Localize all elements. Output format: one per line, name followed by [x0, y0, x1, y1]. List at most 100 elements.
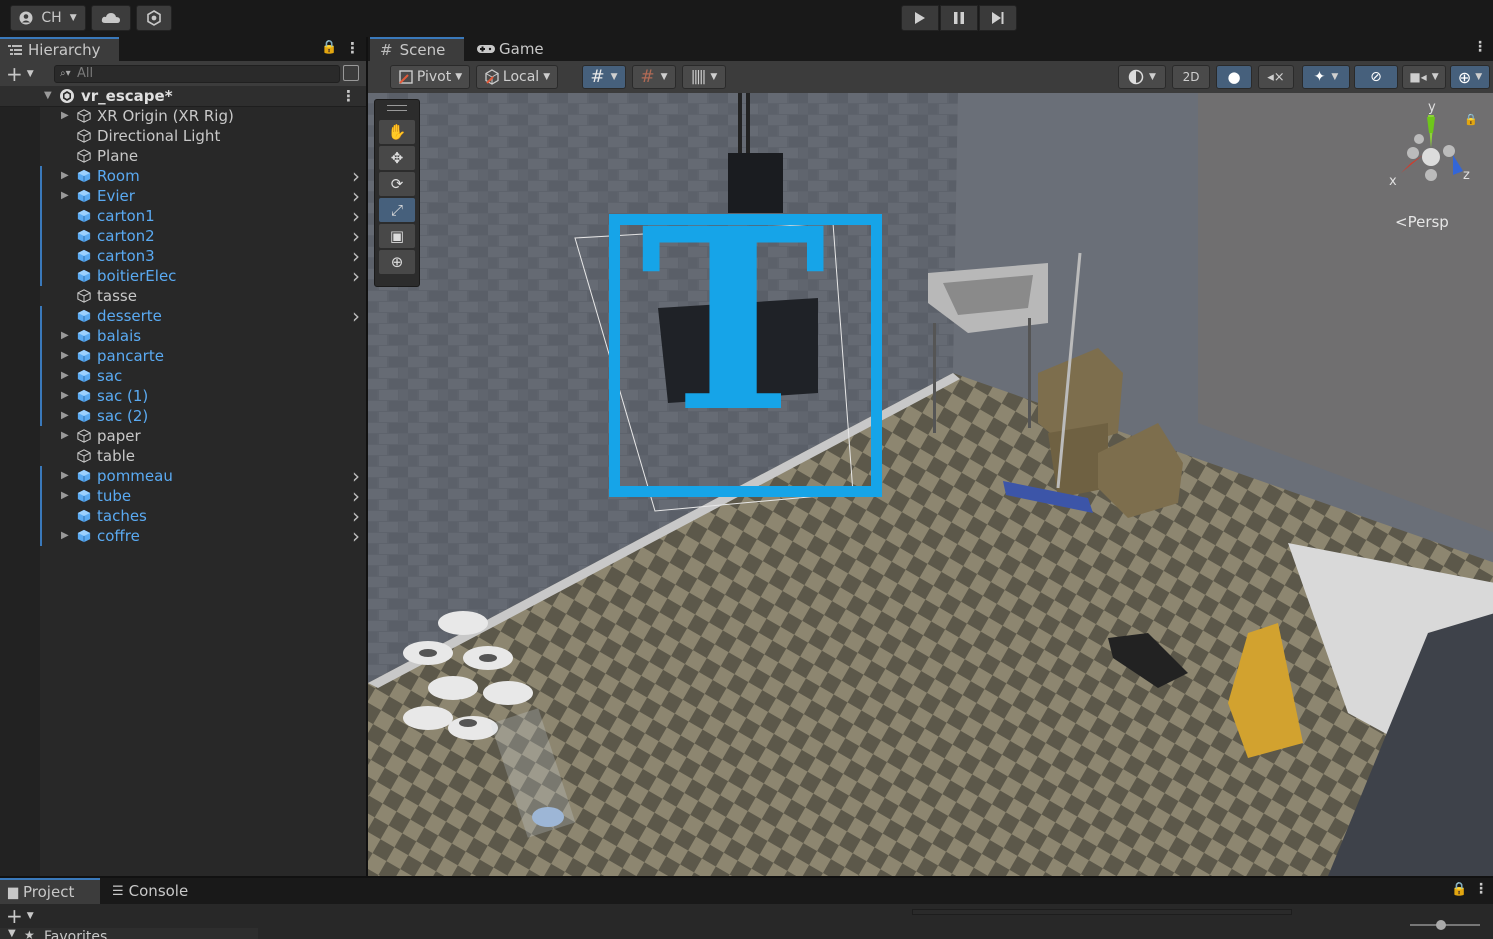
chevron-right-icon[interactable]: › — [352, 506, 360, 526]
favorites-row[interactable]: ▼ ★ Favorites — [0, 928, 258, 939]
shading-mode-dropdown[interactable]: ▼ — [1118, 65, 1166, 89]
create-button[interactable]: + ▼ — [6, 63, 42, 85]
transform-tool-button[interactable]: ⊕ — [379, 250, 415, 274]
chevron-right-icon[interactable]: › — [352, 526, 360, 546]
tab-game[interactable]: Game — [476, 37, 556, 61]
hierarchy-item[interactable]: Directional Light — [0, 126, 366, 146]
hierarchy-item[interactable]: ▶ XR Origin (XR Rig) — [0, 106, 366, 126]
expand-arrow-icon[interactable]: ▶ — [61, 386, 69, 406]
hierarchy-item[interactable]: carton2 › — [0, 226, 366, 246]
local-dropdown[interactable]: Local ▼ — [476, 65, 558, 89]
hierarchy-item[interactable]: ▶ Evier › — [0, 186, 366, 206]
expand-arrow-icon[interactable]: ▶ — [61, 186, 69, 206]
2d-toggle-button[interactable]: 2D — [1172, 65, 1210, 89]
tab-scene[interactable]: # Scene — [370, 37, 464, 61]
expand-arrow-icon[interactable]: ▶ — [61, 486, 69, 506]
hierarchy-item[interactable]: ▶ pommeau › — [0, 466, 366, 486]
project-create-button[interactable]: + ▼ — [6, 906, 34, 926]
hierarchy-item[interactable]: ▶ tube › — [0, 486, 366, 506]
lock-icon[interactable]: 🔒 — [321, 40, 337, 55]
grid-visibility-button[interactable]: # ▼ — [632, 65, 676, 89]
play-button[interactable] — [901, 5, 939, 31]
expand-arrow-icon[interactable]: ▶ — [61, 406, 69, 426]
project-search-input[interactable] — [912, 909, 1292, 915]
hierarchy-item[interactable]: ▶ paper — [0, 426, 366, 446]
rect-tool-button[interactable]: ▣ — [379, 224, 415, 248]
expand-arrow-icon[interactable]: ▶ — [61, 526, 69, 546]
chevron-right-icon[interactable]: › — [352, 206, 360, 226]
cloud-button[interactable] — [91, 5, 131, 31]
expand-arrow-icon[interactable]: ▶ — [61, 426, 69, 446]
hierarchy-item-label: pancarte — [97, 347, 164, 365]
gizmo-lock-icon[interactable]: 🔒 — [1464, 113, 1478, 126]
scene-visibility-button[interactable]: ⊘ — [1354, 65, 1398, 89]
chevron-right-icon[interactable]: › — [352, 246, 360, 266]
kebab-menu-icon[interactable]: ⋮ — [341, 86, 356, 106]
expand-arrow-icon[interactable]: ▶ — [61, 106, 69, 126]
hierarchy-item[interactable]: ▶ coffre › — [0, 526, 366, 546]
hierarchy-item[interactable]: carton1 › — [0, 206, 366, 226]
hierarchy-item[interactable]: ▶ pancarte — [0, 346, 366, 366]
audio-toggle-button[interactable]: ◂× — [1258, 65, 1294, 89]
prefab-override-marker — [40, 186, 42, 206]
chevron-right-icon[interactable]: › — [352, 466, 360, 486]
2d-label: 2D — [1182, 70, 1200, 84]
kebab-menu-icon[interactable]: ⋮ — [1474, 881, 1488, 897]
hierarchy-item[interactable]: taches › — [0, 506, 366, 526]
tab-console[interactable]: ☰ Console — [112, 878, 212, 904]
chevron-right-icon[interactable]: › — [352, 226, 360, 246]
scene-header-row[interactable]: ▼ vr_escape* ⋮ — [0, 86, 366, 107]
pause-button[interactable] — [940, 5, 978, 31]
account-dropdown[interactable]: CH ▼ — [10, 5, 86, 31]
zoom-slider-handle[interactable] — [1436, 920, 1446, 930]
hierarchy-item[interactable]: tasse — [0, 286, 366, 306]
rotate-tool-button[interactable]: ⟳ — [379, 172, 415, 196]
search-input[interactable]: ⌕▾ All — [54, 65, 340, 83]
hierarchy-item[interactable]: ▶ balais — [0, 326, 366, 346]
expand-arrow-icon[interactable]: ▶ — [61, 346, 69, 366]
move-tool-button[interactable]: ✥ — [379, 146, 415, 170]
collab-button[interactable] — [136, 5, 172, 31]
hierarchy-item[interactable]: boitierElec › — [0, 266, 366, 286]
lighting-toggle-button[interactable]: ● — [1216, 65, 1252, 89]
hierarchy-item-label: desserte — [97, 307, 162, 325]
pivot-dropdown[interactable]: Pivot ▼ — [390, 65, 470, 89]
chevron-right-icon[interactable]: › — [352, 166, 360, 186]
text-component-gizmo-icon[interactable]: T — [609, 195, 882, 497]
gizmos-dropdown[interactable]: ⊕ ▼ — [1450, 65, 1490, 89]
lock-icon[interactable]: 🔒 — [1451, 882, 1467, 897]
kebab-menu-icon[interactable]: ⋮ — [345, 39, 360, 57]
hand-tool-button[interactable]: ✋ — [379, 120, 415, 144]
search-by-type-icon[interactable] — [343, 65, 359, 81]
tab-hierarchy[interactable]: Hierarchy — [0, 37, 119, 61]
chevron-down-icon: ▼ — [543, 72, 551, 82]
chevron-right-icon[interactable]: › — [352, 266, 360, 286]
effects-dropdown[interactable]: ✦ ▼ — [1302, 65, 1350, 89]
perspective-toggle[interactable]: <Persp — [1395, 213, 1449, 231]
step-button[interactable] — [979, 5, 1017, 31]
expand-arrow-icon[interactable]: ▶ — [61, 326, 69, 346]
hierarchy-item[interactable]: ▶ Room › — [0, 166, 366, 186]
hierarchy-item[interactable]: table — [0, 446, 366, 466]
hierarchy-item[interactable]: carton3 › — [0, 246, 366, 266]
increment-snap-button[interactable]: ||||| ▼ — [682, 65, 726, 89]
tab-project[interactable]: ▆ Project — [0, 878, 100, 904]
scene-viewport[interactable]: T ✋ ✥ ⟳ ⤢ ▣ ⊕ y x z 🔒 <Persp — [368, 93, 1493, 876]
scale-tool-button[interactable]: ⤢ — [379, 198, 415, 222]
expand-arrow-icon[interactable]: ▶ — [61, 166, 69, 186]
expand-arrow-icon[interactable]: ▼ — [44, 86, 52, 106]
expand-arrow-icon[interactable]: ▶ — [61, 366, 69, 386]
hierarchy-item[interactable]: desserte › — [0, 306, 366, 326]
hierarchy-item[interactable]: ▶ sac (1) — [0, 386, 366, 406]
kebab-menu-icon[interactable]: ⋮ — [1473, 39, 1487, 55]
hierarchy-item[interactable]: Plane — [0, 146, 366, 166]
chevron-right-icon[interactable]: › — [352, 306, 360, 326]
camera-dropdown[interactable]: ■◂ ▼ — [1402, 65, 1446, 89]
chevron-right-icon[interactable]: › — [352, 486, 360, 506]
hierarchy-item[interactable]: ▶ sac (2) — [0, 406, 366, 426]
hierarchy-item[interactable]: ▶ sac — [0, 366, 366, 386]
drag-handle-icon[interactable] — [387, 105, 407, 111]
chevron-right-icon[interactable]: › — [352, 186, 360, 206]
expand-arrow-icon[interactable]: ▶ — [61, 466, 69, 486]
grid-snap-button[interactable]: # ▼ — [582, 65, 626, 89]
